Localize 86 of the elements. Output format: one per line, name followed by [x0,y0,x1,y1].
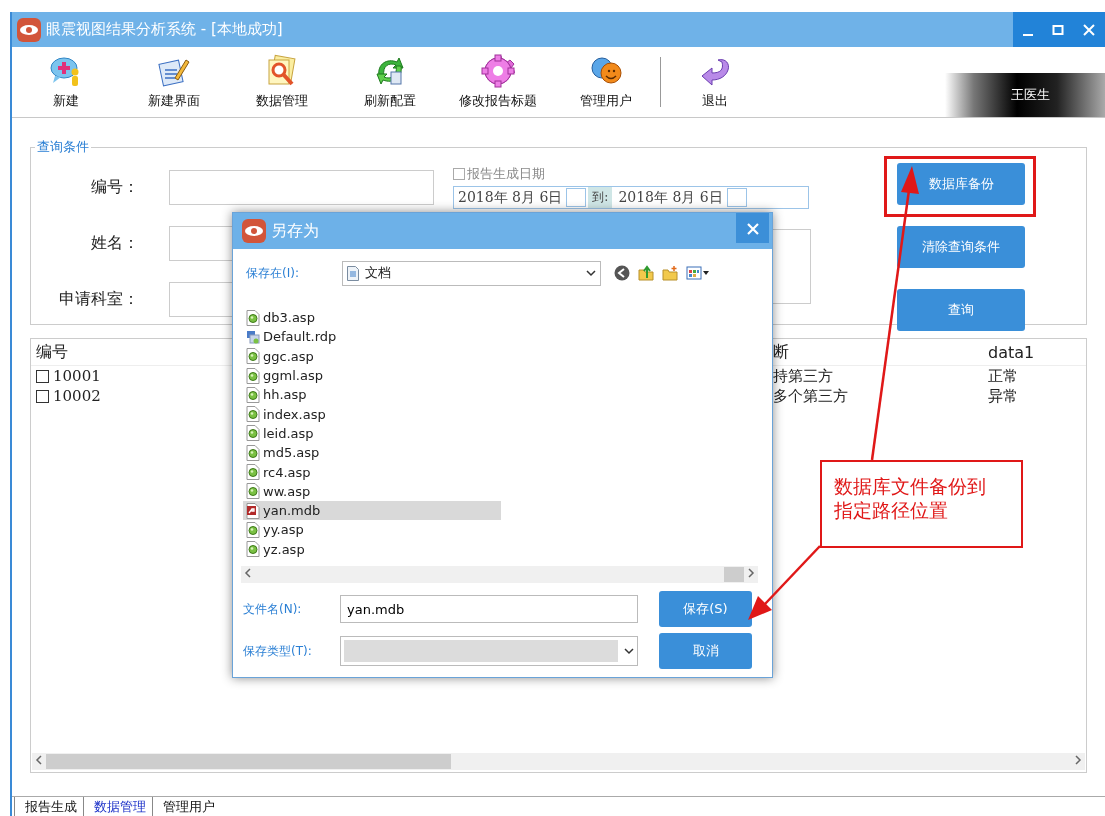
maximize-icon [1052,23,1064,36]
search-document-icon [265,54,299,88]
column-header: data1 [988,342,1035,362]
window-title: 眼震视图结果分析系统 - [本地成功] [46,20,283,39]
toolbar-button[interactable]: 刷新配置 [336,47,444,117]
horizontal-scrollbar[interactable] [32,753,1085,770]
file-item[interactable]: md5.asp [243,443,501,463]
file-item[interactable]: yan.mdb [243,500,501,521]
file-item[interactable]: ggml.asp [243,365,501,386]
checkbox[interactable] [36,389,49,403]
toolbar-button[interactable]: 退出 [661,47,769,117]
column-header: 编号 [36,341,68,363]
field-label: 申请科室： [58,289,139,310]
view-menu-icon[interactable] [686,265,710,281]
date-range-field[interactable]: 2018年 8月 6日 到: 2018年 8月 6日 [453,186,809,209]
input-field[interactable] [169,170,434,205]
table-cell: 10002 [53,387,101,405]
file-item[interactable]: ww.asp [243,481,501,501]
field-label: 文件名(N): [243,600,303,618]
database-file-icon [246,502,260,519]
scroll-thumb[interactable] [46,754,451,769]
horizontal-scrollbar[interactable] [241,566,758,583]
script-file-icon [246,309,260,326]
script-file-icon [246,367,260,384]
script-file-icon [246,406,260,423]
minimize-icon [1022,33,1033,36]
file-item[interactable]: ggc.asp [243,346,501,366]
file-item[interactable]: yy.asp [243,520,501,540]
user-name: 王医生 [1010,86,1050,104]
field-label: 保存类型(T): [243,642,313,660]
file-item[interactable]: db3.asp [243,308,501,328]
annotation-text: 数据库文件备份到 [834,474,987,498]
toolbar-button[interactable]: 修改报告标题 [444,47,552,117]
chevron-down-icon [586,269,596,277]
file-item[interactable]: yz.asp [243,539,501,559]
toolbar-button[interactable]: 管理用户 [552,47,660,117]
close-icon [1083,23,1096,36]
script-file-icon [246,521,260,538]
chevron-down-icon [624,647,634,655]
script-file-icon [246,464,260,480]
script-file-icon [246,444,260,461]
script-file-icon [246,483,260,500]
script-file-icon [246,541,260,558]
file-type-dropdown[interactable] [340,636,638,666]
field-label: 姓名： [90,233,139,254]
table-cell: 正常 [988,366,1018,386]
checkbox-label: 报告生成日期 [467,165,545,183]
script-file-icon [246,348,260,365]
script-file-icon [246,386,260,403]
close-icon [746,223,759,235]
close-button[interactable] [736,213,769,243]
back-icon[interactable] [614,265,630,281]
file-item[interactable]: rc4.asp [243,462,501,482]
eye-logo-icon [16,16,42,43]
tab[interactable]: 报告生成 [14,797,83,816]
checkbox[interactable] [36,369,49,383]
toolbar-button[interactable]: 新建界面 [120,47,228,117]
checkbox[interactable] [453,168,465,180]
table-cell: 持第三方 [773,366,833,386]
file-item[interactable]: index.asp [243,404,501,424]
remote-desktop-file-icon [246,328,260,345]
gear-icon [481,54,515,88]
file-item[interactable]: hh.asp [243,385,501,405]
new-folder-icon[interactable] [662,265,678,281]
script-file-icon [246,425,260,442]
tab[interactable]: 数据管理 [83,797,152,816]
folder-up-icon[interactable] [638,265,654,281]
location-dropdown[interactable]: 文档 [342,260,601,286]
toolbar-button[interactable]: 新建 [12,47,120,117]
file-item[interactable]: leid.asp [243,423,501,444]
filename-field[interactable]: yan.mdb [340,595,638,623]
table-cell: 多个第三方 [773,386,848,406]
table-cell: 异常 [988,386,1018,406]
scroll-thumb[interactable] [724,567,744,582]
field-label: 编号： [90,177,139,198]
column-header: 断 [773,341,789,363]
tab[interactable]: 管理用户 [152,797,221,816]
annotation-text: 指定路径位置 [834,498,949,522]
eye-logo-icon [241,218,267,244]
document-icon [347,265,359,281]
location-label: 保存在(I): [245,264,300,282]
toolbar-button[interactable]: 数据管理 [228,47,336,117]
dialog-title: 另存为 [271,220,319,242]
group-title: 查询条件 [36,138,90,156]
file-item[interactable]: Default.rdp [243,327,501,347]
table-cell: 10001 [53,367,101,385]
